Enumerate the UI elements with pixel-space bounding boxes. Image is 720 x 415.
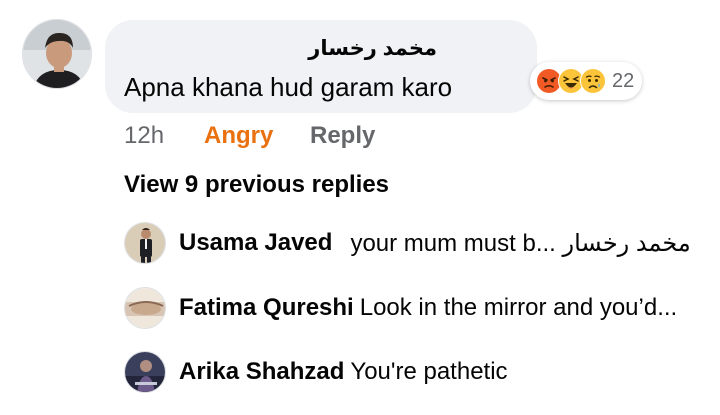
reply-author-name[interactable]: Fatima Qureshi bbox=[179, 294, 354, 322]
comment-text: Apna khana hud garam karo bbox=[124, 72, 453, 102]
reply-button[interactable]: Reply bbox=[310, 122, 375, 150]
reply-avatar[interactable] bbox=[124, 222, 166, 264]
reaction-count: 22 bbox=[612, 69, 635, 92]
reply-avatar[interactable] bbox=[124, 351, 166, 393]
view-previous-replies-link[interactable]: View 9 previous replies bbox=[124, 171, 389, 199]
reply-text: your mum must b... مخمد رخسار bbox=[350, 229, 691, 257]
sad-reaction-icon bbox=[580, 68, 606, 94]
reactions-summary[interactable]: 22 bbox=[530, 62, 643, 100]
comment-author-name[interactable]: مخمد رخسار bbox=[308, 36, 437, 61]
reply-author-name[interactable]: Usama Javed bbox=[179, 229, 332, 257]
commenter-avatar[interactable] bbox=[22, 19, 92, 89]
reply-avatar[interactable] bbox=[124, 287, 166, 329]
comment-timestamp[interactable]: 12h bbox=[124, 122, 164, 150]
reply-author-name[interactable]: Arika Shahzad bbox=[179, 358, 344, 386]
my-reaction-button[interactable]: Angry bbox=[204, 122, 273, 150]
reply-text: Look in the mirror and you’d... bbox=[359, 294, 678, 321]
reply-item[interactable]: Arika Shahzad You're pathetic bbox=[124, 351, 508, 393]
reply-item[interactable]: Usama Javed your mum must b... مخمد رخسا… bbox=[124, 222, 691, 264]
reply-text: You're pathetic bbox=[350, 358, 508, 385]
reply-item[interactable]: Fatima Qureshi Look in the mirror and yo… bbox=[124, 287, 677, 329]
